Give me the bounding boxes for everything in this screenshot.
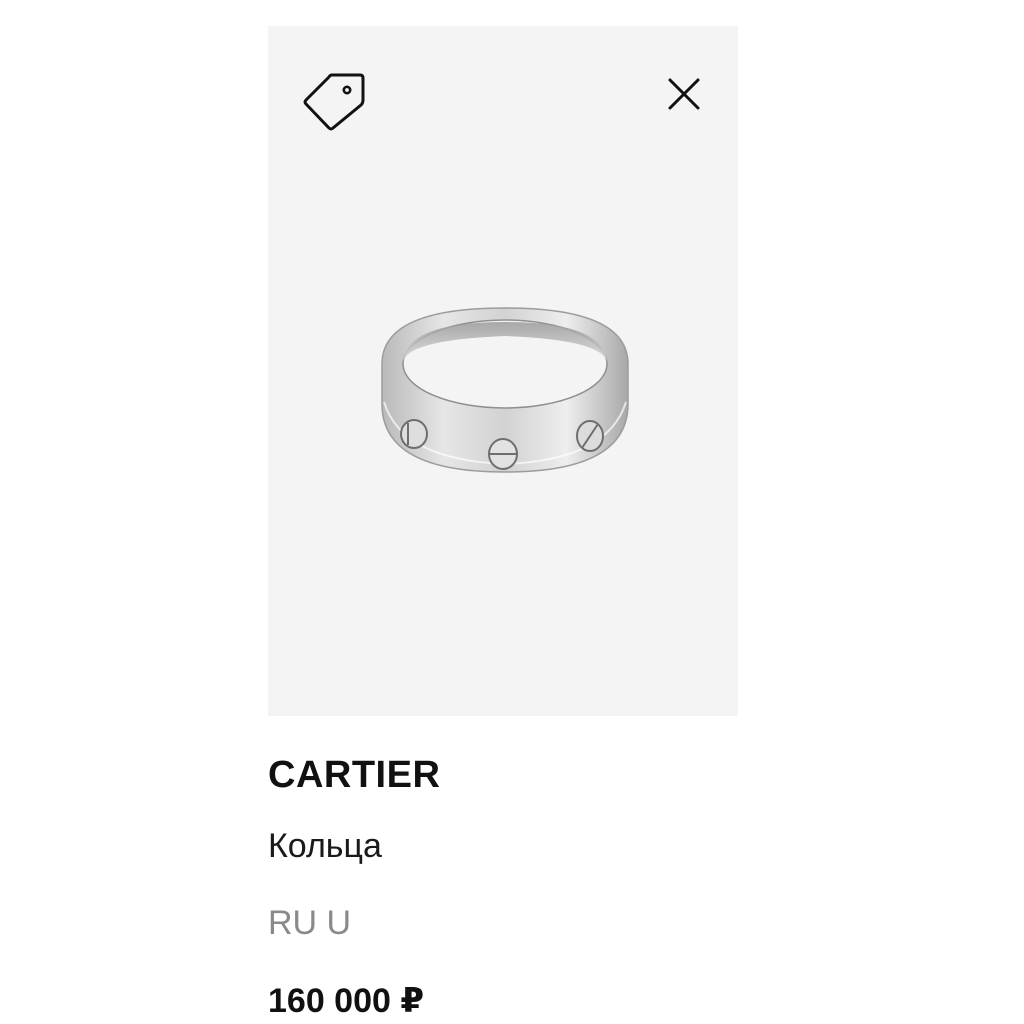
close-icon — [668, 78, 700, 110]
price-tag-icon — [303, 73, 365, 131]
product-brand[interactable]: CARTIER — [268, 752, 440, 798]
product-size: RU U — [268, 904, 352, 942]
product-category: Кольца — [268, 827, 382, 865]
price-tag-button[interactable] — [300, 70, 366, 132]
close-button[interactable] — [664, 74, 704, 114]
ring-screw — [488, 438, 518, 470]
product-image[interactable] — [372, 292, 638, 492]
ring-image — [381, 307, 629, 473]
ring-screw — [400, 419, 428, 449]
product-page: CARTIER Кольца RU U 160 000 ₽ — [0, 0, 1024, 1024]
ring-screw — [576, 420, 604, 452]
product-price: 160 000 ₽ — [268, 982, 425, 1020]
